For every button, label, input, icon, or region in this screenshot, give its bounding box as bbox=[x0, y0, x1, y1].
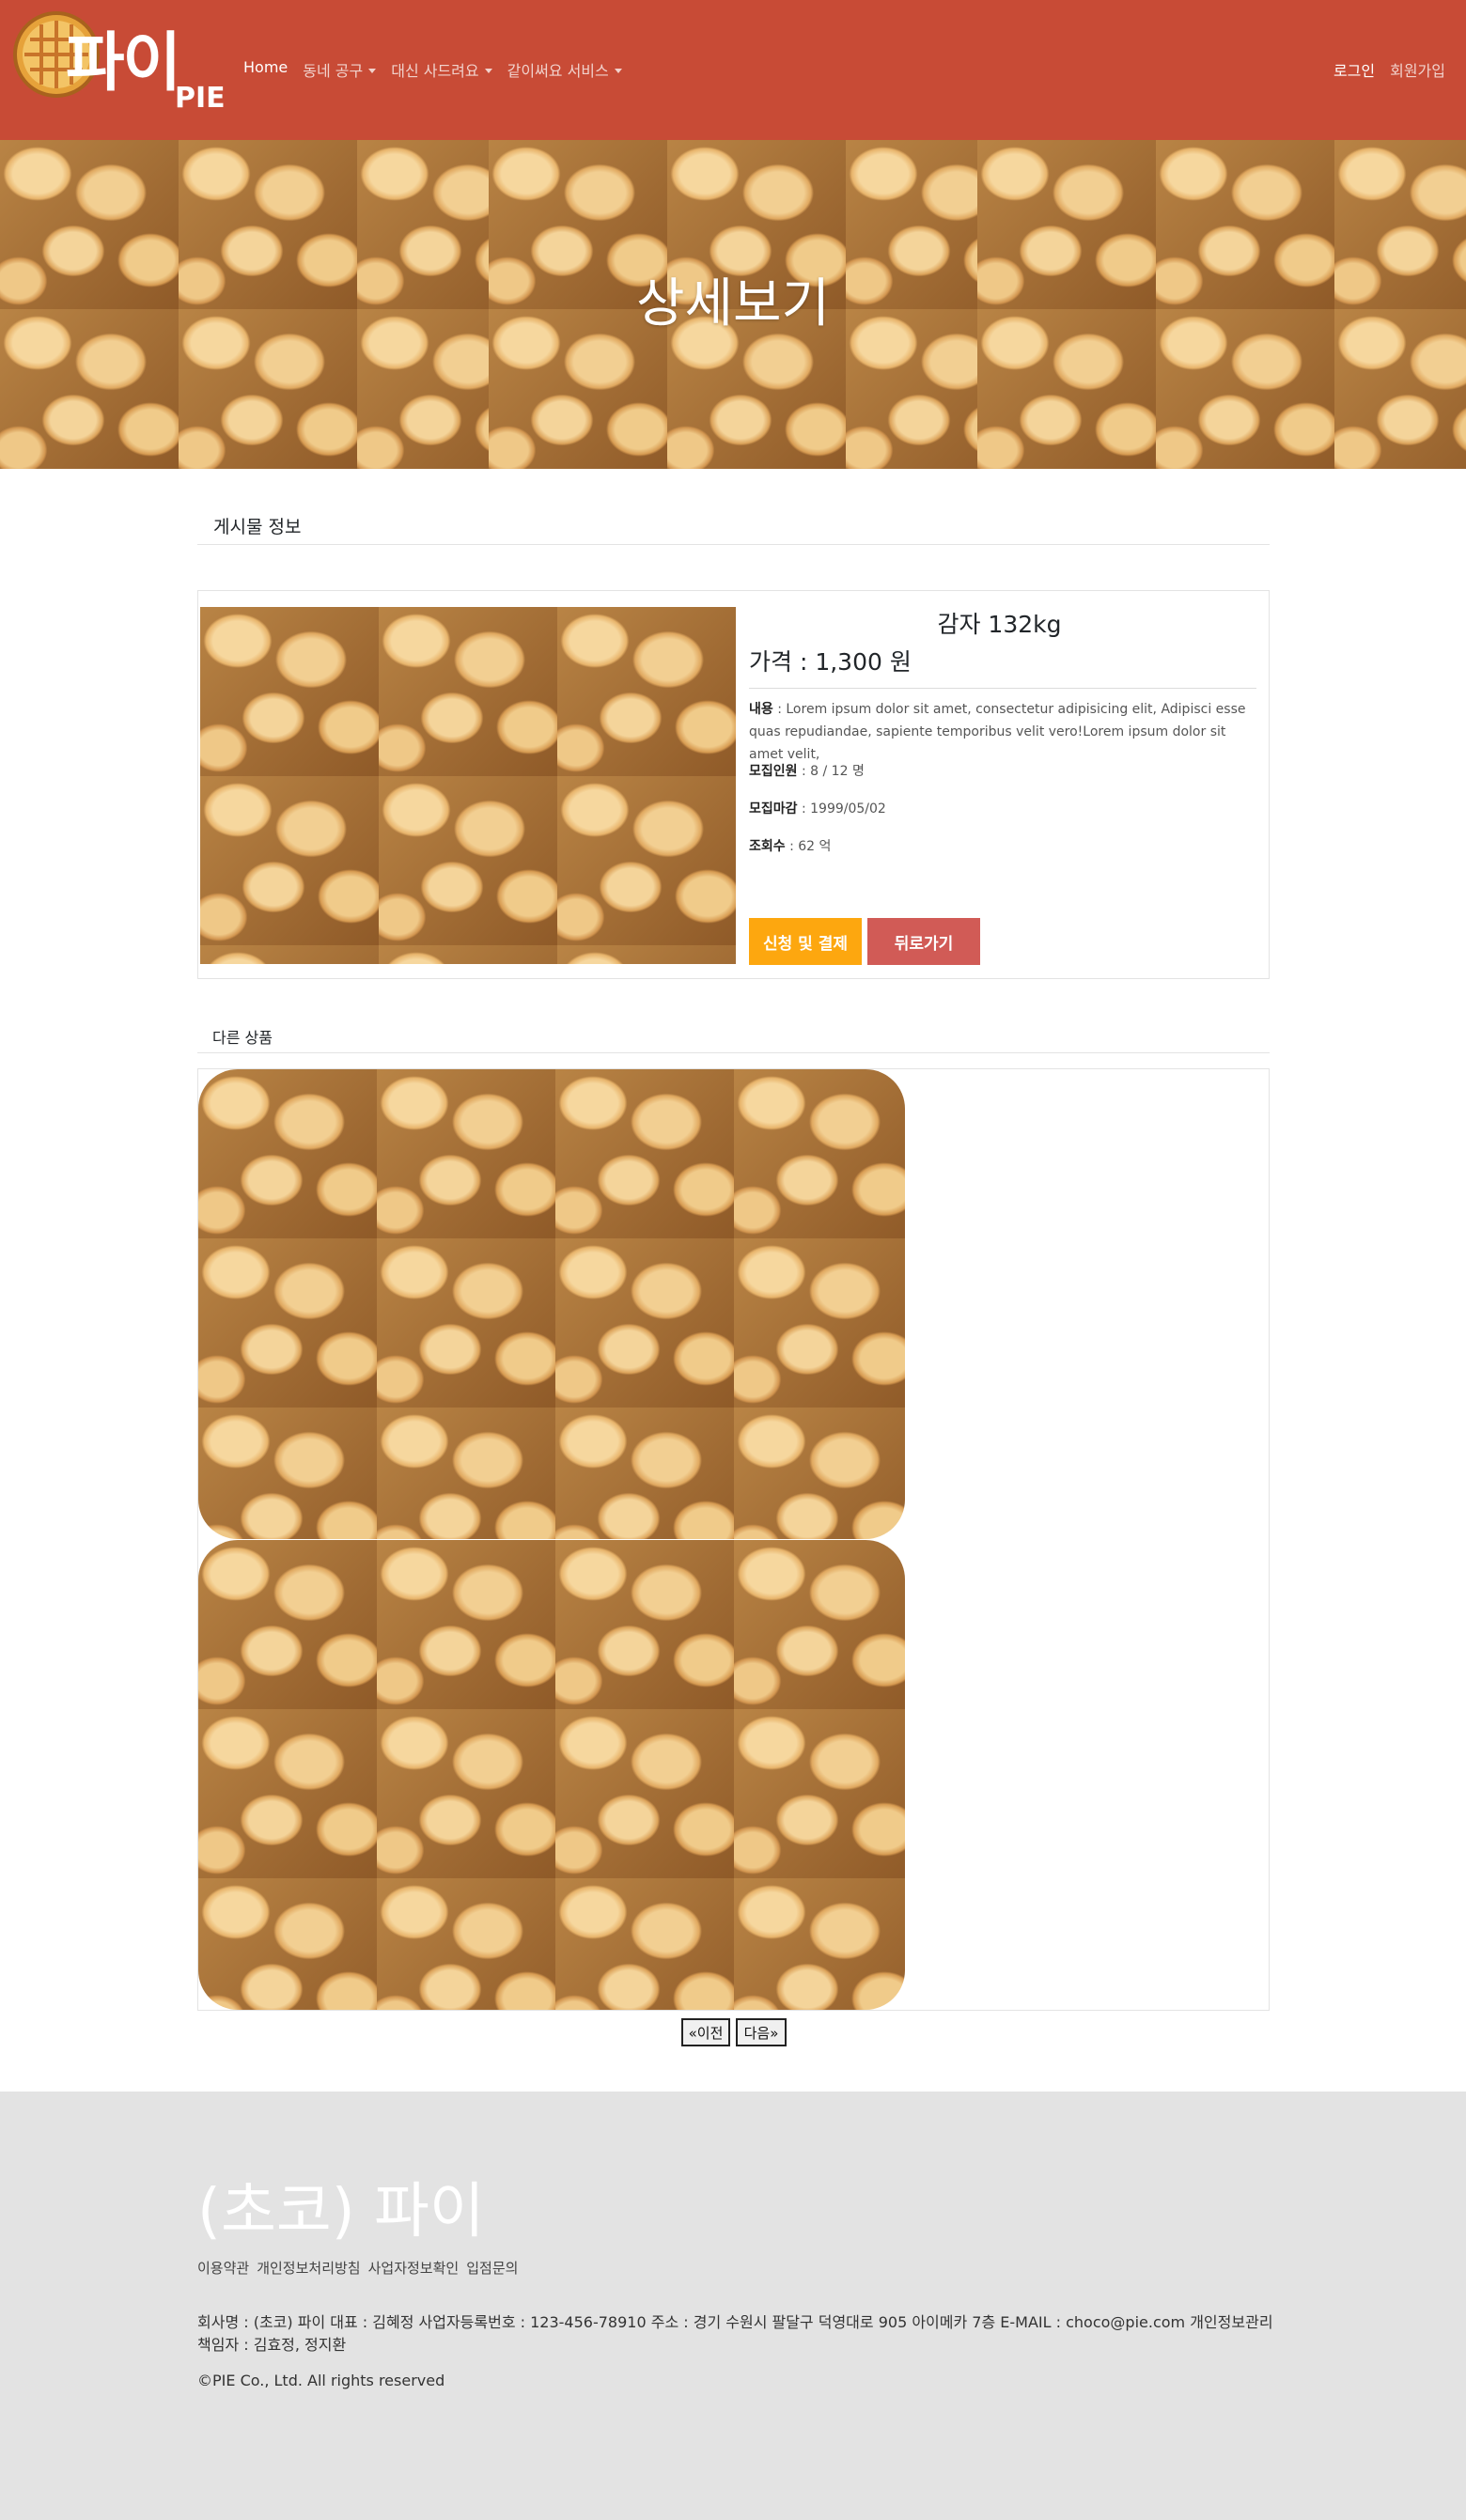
view-count: 조회수 : 62 억 bbox=[749, 835, 831, 858]
content-label: 내용 bbox=[749, 702, 773, 717]
nav-auth: 로그인 회원가입 bbox=[1318, 58, 1445, 81]
navbar: 파이 PIE Home 동네 공구 대신 사드려요 같이써요 서비스 로그인 회… bbox=[0, 0, 1466, 140]
divider bbox=[197, 1052, 1270, 1053]
other-products-list bbox=[197, 1068, 1270, 2011]
chevron-down-icon bbox=[368, 69, 377, 73]
people-label: 모집인원 bbox=[749, 764, 798, 779]
chevron-down-icon bbox=[614, 69, 622, 73]
login-link[interactable]: 로그인 bbox=[1333, 58, 1375, 81]
company-info: 회사명 : (초코) 파이 대표 : 김혜정 사업자등록번호 : 123-456… bbox=[197, 2313, 1273, 2354]
nav-neighborhood-group-buy-label: 동네 공구 bbox=[303, 62, 364, 80]
nav-menu: Home 동네 공구 대신 사드려요 같이써요 서비스 bbox=[243, 58, 637, 81]
recruit-count: 모집인원 : 8 / 12 명 bbox=[749, 760, 865, 783]
views-value: : 62 억 bbox=[785, 839, 832, 854]
footer-brand: (초코) 파이 bbox=[197, 2177, 485, 2247]
deadline-value: : 1999/05/02 bbox=[797, 801, 886, 817]
nav-buy-for-you[interactable]: 대신 사드려요 bbox=[391, 58, 492, 81]
prev-page-button[interactable]: «이전 bbox=[681, 2018, 730, 2046]
other-products-heading: 다른 상품 bbox=[212, 1029, 273, 1047]
nav-home[interactable]: Home bbox=[243, 58, 288, 81]
nav-share-service[interactable]: 같이써요 서비스 bbox=[507, 58, 622, 81]
chevron-down-icon bbox=[484, 69, 492, 73]
nav-buy-for-you-label: 대신 사드려요 bbox=[391, 62, 479, 80]
partner-inquiry-link[interactable]: 입점문의 bbox=[466, 2258, 518, 2278]
terms-link[interactable]: 이용약관 bbox=[197, 2258, 249, 2278]
divider bbox=[749, 688, 1256, 689]
recruit-deadline: 모집마감 : 1999/05/02 bbox=[749, 798, 886, 820]
product-card: 감자 132kg 가격 : 1,300 원 내용 : Lorem ipsum d… bbox=[197, 590, 1270, 979]
nav-share-service-label: 같이써요 서비스 bbox=[507, 62, 609, 80]
product-price: 가격 : 1,300 원 bbox=[749, 648, 912, 676]
people-value: : 8 / 12 명 bbox=[797, 764, 865, 779]
hero-title: 상세보기 bbox=[635, 272, 831, 334]
back-button[interactable]: 뒤로가기 bbox=[867, 918, 980, 965]
product-content: 내용 : Lorem ipsum dolor sit amet, consect… bbox=[749, 698, 1256, 766]
content-text: : Lorem ipsum dolor sit amet, consectetu… bbox=[749, 702, 1246, 762]
next-page-button[interactable]: 다음» bbox=[736, 2018, 787, 2046]
logo-text: 파이 bbox=[66, 26, 181, 101]
signup-link[interactable]: 회원가입 bbox=[1390, 58, 1445, 81]
logo[interactable]: 파이 PIE bbox=[13, 11, 226, 122]
divider bbox=[197, 544, 1270, 545]
post-info-heading: 게시물 정보 bbox=[213, 517, 302, 537]
privacy-link[interactable]: 개인정보처리방침 bbox=[257, 2258, 360, 2278]
other-product-image[interactable] bbox=[198, 1540, 905, 2010]
business-info-link[interactable]: 사업자정보확인 bbox=[368, 2258, 460, 2278]
views-label: 조회수 bbox=[749, 839, 786, 854]
other-product-image[interactable] bbox=[198, 1069, 905, 1539]
apply-pay-button[interactable]: 신청 및 결제 bbox=[749, 918, 862, 965]
hero-banner: 상세보기 bbox=[0, 140, 1466, 469]
footer: (초코) 파이 이용약관 개인정보처리방침 사업자정보확인 입점문의 회사명 :… bbox=[0, 2092, 1466, 2520]
copyright: ©PIE Co., Ltd. All rights reserved bbox=[197, 2372, 445, 2389]
nav-neighborhood-group-buy[interactable]: 동네 공구 bbox=[303, 58, 377, 81]
logo-sub: PIE bbox=[175, 82, 226, 115]
deadline-label: 모집마감 bbox=[749, 801, 798, 817]
footer-links: 이용약관 개인정보처리방침 사업자정보확인 입점문의 bbox=[197, 2258, 525, 2278]
product-image bbox=[200, 607, 736, 964]
product-name: 감자 132kg bbox=[937, 611, 1062, 638]
